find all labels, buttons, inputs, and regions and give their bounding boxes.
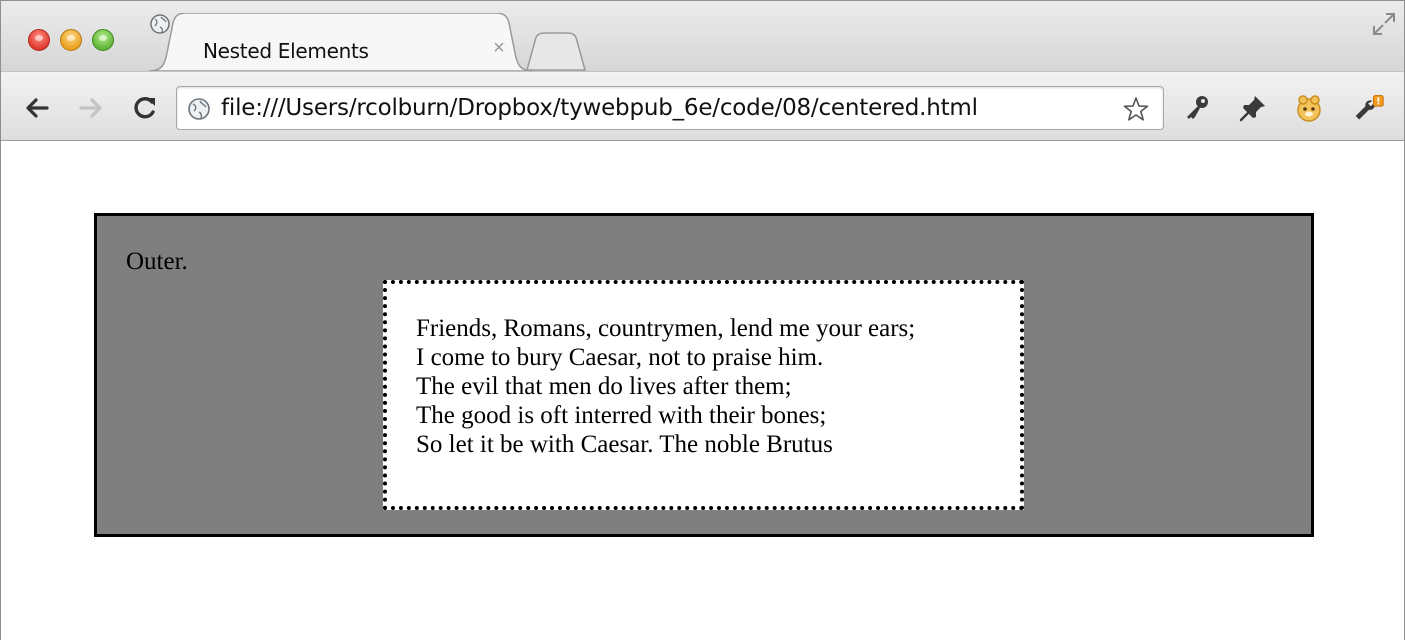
address-bar[interactable]: file:///Users/rcolburn/Dropbox/tywebpub_… [176,86,1164,130]
settings-wrench-icon[interactable] [1353,92,1385,124]
url-text[interactable]: file:///Users/rcolburn/Dropbox/tywebpub_… [221,95,978,121]
tab-title: Nested Elements [203,39,369,63]
new-tab-button[interactable] [523,29,589,71]
inner-box: Friends, Romans, countrymen, lend me you… [383,280,1024,510]
close-window-button[interactable] [28,29,50,51]
tab-close-icon[interactable]: × [489,38,509,58]
reload-icon[interactable] [131,94,159,122]
maximize-window-button[interactable] [92,29,114,51]
tab-strip: Nested Elements × [1,1,1404,73]
outer-label: Outer. [126,248,188,275]
extension-icon[interactable] [1293,92,1325,124]
quote-text: Friends, Romans, countrymen, lend me you… [416,314,915,459]
minimize-window-button[interactable] [60,29,82,51]
globe-icon [150,14,170,34]
quote-line: I come to bury Caesar, not to praise him… [416,344,824,371]
outer-box: Outer. Friends, Romans, countrymen, lend… [94,213,1314,537]
page-content: Outer. Friends, Romans, countrymen, lend… [1,142,1404,640]
browser-window: Nested Elements × file:///Users/rcolburn… [0,0,1405,640]
back-icon[interactable] [23,94,51,122]
quote-line: The evil that men do lives after them; [416,373,792,400]
star-icon[interactable] [1123,96,1149,122]
quote-line: The good is oft interred with their bone… [416,402,827,429]
browser-toolbar: file:///Users/rcolburn/Dropbox/tywebpub_… [1,71,1404,141]
fullscreen-icon[interactable] [1371,11,1397,37]
quote-line: Friends, Romans, countrymen, lend me you… [416,315,916,342]
globe-icon [188,98,210,120]
tab-nested-elements[interactable]: Nested Elements × [149,13,533,73]
forward-icon[interactable] [77,94,105,122]
quote-line: So let it be with Caesar. The noble Brut… [416,431,833,458]
pin-icon[interactable] [1237,92,1269,124]
wrench-key-icon[interactable] [1181,92,1213,124]
